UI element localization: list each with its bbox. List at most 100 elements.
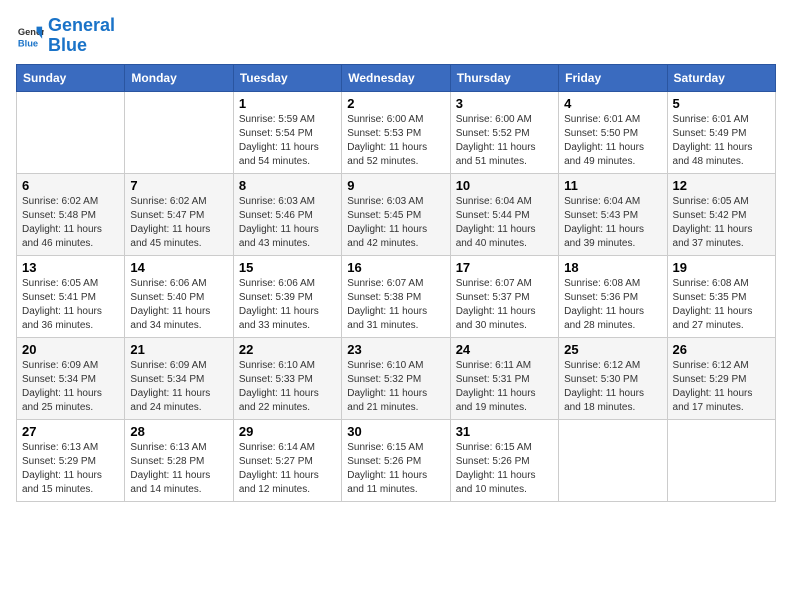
day-info: Sunrise: 6:11 AM Sunset: 5:31 PM Dayligh… bbox=[456, 359, 553, 415]
day-number: 3 bbox=[456, 96, 553, 111]
calendar-cell: 21 Sunrise: 6:09 AM Sunset: 5:34 PM Dayli… bbox=[125, 337, 233, 419]
day-info: Sunrise: 6:08 AM Sunset: 5:36 PM Dayligh… bbox=[564, 277, 661, 333]
day-number: 9 bbox=[347, 178, 444, 193]
day-number: 10 bbox=[456, 178, 553, 193]
day-number: 27 bbox=[22, 424, 119, 439]
calendar-cell: 11Sunrise: 6:04 AM Sunset: 5:43 PM Dayli… bbox=[559, 173, 667, 255]
weekday-header: Tuesday bbox=[233, 64, 341, 91]
day-number: 31 bbox=[456, 424, 553, 439]
logo-icon: General Blue bbox=[16, 22, 44, 50]
calendar-cell: 6Sunrise: 6:02 AM Sunset: 5:48 PM Daylig… bbox=[17, 173, 125, 255]
day-number: 18 bbox=[564, 260, 661, 275]
day-info: Sunrise: 6:01 AM Sunset: 5:50 PM Dayligh… bbox=[564, 113, 661, 169]
weekday-header: Friday bbox=[559, 64, 667, 91]
day-info: Sunrise: 6:02 AM Sunset: 5:47 PM Dayligh… bbox=[130, 195, 227, 251]
calendar-cell: 14Sunrise: 6:06 AM Sunset: 5:40 PM Dayli… bbox=[125, 255, 233, 337]
logo-text: GeneralBlue bbox=[48, 16, 115, 56]
calendar-cell: 25Sunrise: 6:12 AM Sunset: 5:30 PM Dayli… bbox=[559, 337, 667, 419]
day-info: Sunrise: 6:08 AM Sunset: 5:35 PM Dayligh… bbox=[673, 277, 770, 333]
calendar-cell: 20 Sunrise: 6:09 AM Sunset: 5:34 PM Dayli… bbox=[17, 337, 125, 419]
day-info: Sunrise: 6:03 AM Sunset: 5:46 PM Dayligh… bbox=[239, 195, 336, 251]
calendar-week-row: 13Sunrise: 6:05 AM Sunset: 5:41 PM Dayli… bbox=[17, 255, 776, 337]
weekday-header: Sunday bbox=[17, 64, 125, 91]
day-number: 2 bbox=[347, 96, 444, 111]
day-info: Sunrise: 6:04 AM Sunset: 5:44 PM Dayligh… bbox=[456, 195, 553, 251]
day-info: Sunrise: 5:59 AM Sunset: 5:54 PM Dayligh… bbox=[239, 113, 336, 169]
day-info: Sunrise: 6:13 AM Sunset: 5:28 PM Dayligh… bbox=[130, 441, 227, 497]
svg-text:Blue: Blue bbox=[18, 38, 38, 48]
calendar-cell: 3Sunrise: 6:00 AM Sunset: 5:52 PM Daylig… bbox=[450, 91, 558, 173]
calendar-cell: 9 Sunrise: 6:03 AM Sunset: 5:45 PM Daylig… bbox=[342, 173, 450, 255]
calendar-cell: 1 Sunrise: 5:59 AM Sunset: 5:54 PM Daylig… bbox=[233, 91, 341, 173]
day-info: Sunrise: 6:04 AM Sunset: 5:43 PM Dayligh… bbox=[564, 195, 661, 251]
day-number: 17 bbox=[456, 260, 553, 275]
day-info: Sunrise: 6:06 AM Sunset: 5:39 PM Dayligh… bbox=[239, 277, 336, 333]
calendar-cell: 27Sunrise: 6:13 AM Sunset: 5:29 PM Dayli… bbox=[17, 419, 125, 501]
day-number: 13 bbox=[22, 260, 119, 275]
day-number: 30 bbox=[347, 424, 444, 439]
day-info: Sunrise: 6:15 AM Sunset: 5:26 PM Dayligh… bbox=[347, 441, 444, 497]
day-number: 19 bbox=[673, 260, 770, 275]
day-number: 4 bbox=[564, 96, 661, 111]
day-number: 21 bbox=[130, 342, 227, 357]
calendar-cell: 26Sunrise: 6:12 AM Sunset: 5:29 PM Dayli… bbox=[667, 337, 775, 419]
day-info: Sunrise: 6:09 AM Sunset: 5:34 PM Dayligh… bbox=[130, 359, 227, 415]
page-header: General Blue GeneralBlue bbox=[16, 16, 776, 56]
calendar-week-row: 6Sunrise: 6:02 AM Sunset: 5:48 PM Daylig… bbox=[17, 173, 776, 255]
weekday-header: Saturday bbox=[667, 64, 775, 91]
weekday-header-row: SundayMondayTuesdayWednesdayThursdayFrid… bbox=[17, 64, 776, 91]
day-number: 16 bbox=[347, 260, 444, 275]
logo: General Blue GeneralBlue bbox=[16, 16, 115, 56]
calendar-cell: 12 Sunrise: 6:05 AM Sunset: 5:42 PM Dayli… bbox=[667, 173, 775, 255]
day-number: 22 bbox=[239, 342, 336, 357]
calendar-cell: 31 Sunrise: 6:15 AM Sunset: 5:26 PM Dayli… bbox=[450, 419, 558, 501]
calendar-cell: 18 Sunrise: 6:08 AM Sunset: 5:36 PM Dayli… bbox=[559, 255, 667, 337]
calendar-cell: 23 Sunrise: 6:10 AM Sunset: 5:32 PM Dayli… bbox=[342, 337, 450, 419]
day-number: 8 bbox=[239, 178, 336, 193]
calendar-cell: 8 Sunrise: 6:03 AM Sunset: 5:46 PM Daylig… bbox=[233, 173, 341, 255]
calendar-cell: 5 Sunrise: 6:01 AM Sunset: 5:49 PM Daylig… bbox=[667, 91, 775, 173]
calendar-cell bbox=[17, 91, 125, 173]
calendar-cell: 13Sunrise: 6:05 AM Sunset: 5:41 PM Dayli… bbox=[17, 255, 125, 337]
calendar-cell: 19 Sunrise: 6:08 AM Sunset: 5:35 PM Dayli… bbox=[667, 255, 775, 337]
calendar-cell: 28Sunrise: 6:13 AM Sunset: 5:28 PM Dayli… bbox=[125, 419, 233, 501]
calendar-cell: 4 Sunrise: 6:01 AM Sunset: 5:50 PM Daylig… bbox=[559, 91, 667, 173]
calendar-cell: 7 Sunrise: 6:02 AM Sunset: 5:47 PM Daylig… bbox=[125, 173, 233, 255]
day-number: 23 bbox=[347, 342, 444, 357]
day-info: Sunrise: 6:02 AM Sunset: 5:48 PM Dayligh… bbox=[22, 195, 119, 251]
day-info: Sunrise: 6:00 AM Sunset: 5:53 PM Dayligh… bbox=[347, 113, 444, 169]
calendar-table: SundayMondayTuesdayWednesdayThursdayFrid… bbox=[16, 64, 776, 502]
day-info: Sunrise: 6:12 AM Sunset: 5:29 PM Dayligh… bbox=[673, 359, 770, 415]
day-info: Sunrise: 6:14 AM Sunset: 5:27 PM Dayligh… bbox=[239, 441, 336, 497]
day-number: 29 bbox=[239, 424, 336, 439]
calendar-cell: 29 Sunrise: 6:14 AM Sunset: 5:27 PM Dayli… bbox=[233, 419, 341, 501]
day-number: 12 bbox=[673, 178, 770, 193]
calendar-week-row: 27Sunrise: 6:13 AM Sunset: 5:29 PM Dayli… bbox=[17, 419, 776, 501]
day-number: 5 bbox=[673, 96, 770, 111]
day-info: Sunrise: 6:03 AM Sunset: 5:45 PM Dayligh… bbox=[347, 195, 444, 251]
calendar-cell bbox=[125, 91, 233, 173]
day-info: Sunrise: 6:07 AM Sunset: 5:37 PM Dayligh… bbox=[456, 277, 553, 333]
calendar-cell: 15Sunrise: 6:06 AM Sunset: 5:39 PM Dayli… bbox=[233, 255, 341, 337]
calendar-cell bbox=[559, 419, 667, 501]
day-number: 1 bbox=[239, 96, 336, 111]
calendar-week-row: 1 Sunrise: 5:59 AM Sunset: 5:54 PM Daylig… bbox=[17, 91, 776, 173]
calendar-cell: 30 Sunrise: 6:15 AM Sunset: 5:26 PM Dayli… bbox=[342, 419, 450, 501]
day-number: 7 bbox=[130, 178, 227, 193]
weekday-header: Monday bbox=[125, 64, 233, 91]
calendar-cell: 2 Sunrise: 6:00 AM Sunset: 5:53 PM Daylig… bbox=[342, 91, 450, 173]
weekday-header: Wednesday bbox=[342, 64, 450, 91]
day-info: Sunrise: 6:05 AM Sunset: 5:42 PM Dayligh… bbox=[673, 195, 770, 251]
calendar-cell: 24Sunrise: 6:11 AM Sunset: 5:31 PM Dayli… bbox=[450, 337, 558, 419]
day-info: Sunrise: 6:09 AM Sunset: 5:34 PM Dayligh… bbox=[22, 359, 119, 415]
day-number: 20 bbox=[22, 342, 119, 357]
day-info: Sunrise: 6:07 AM Sunset: 5:38 PM Dayligh… bbox=[347, 277, 444, 333]
calendar-cell: 22 Sunrise: 6:10 AM Sunset: 5:33 PM Dayli… bbox=[233, 337, 341, 419]
day-info: Sunrise: 6:01 AM Sunset: 5:49 PM Dayligh… bbox=[673, 113, 770, 169]
day-info: Sunrise: 6:10 AM Sunset: 5:33 PM Dayligh… bbox=[239, 359, 336, 415]
calendar-cell bbox=[667, 419, 775, 501]
day-info: Sunrise: 6:10 AM Sunset: 5:32 PM Dayligh… bbox=[347, 359, 444, 415]
day-info: Sunrise: 6:15 AM Sunset: 5:26 PM Dayligh… bbox=[456, 441, 553, 497]
weekday-header: Thursday bbox=[450, 64, 558, 91]
day-number: 25 bbox=[564, 342, 661, 357]
